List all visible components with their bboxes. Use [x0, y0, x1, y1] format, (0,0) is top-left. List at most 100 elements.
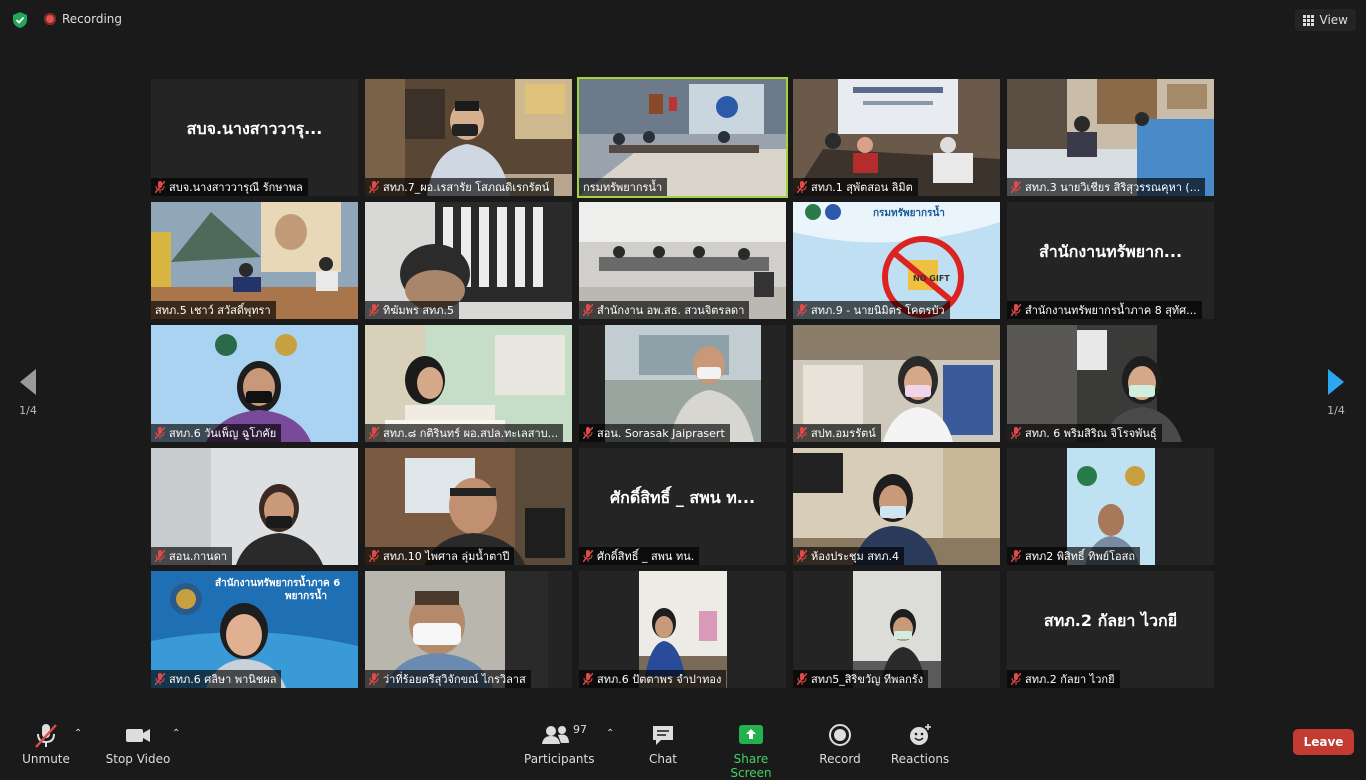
- participant-tile[interactable]: ทิฆัมพร สทภ.5: [365, 202, 572, 319]
- share-screen-icon: [739, 725, 763, 744]
- mic-muted-icon: [583, 550, 593, 562]
- mic-muted-icon: [797, 427, 807, 439]
- participant-name-label: สทภ.5 เชาว์ สวัสดิ์พุทรา: [151, 301, 276, 319]
- mic-muted-icon: [155, 427, 165, 439]
- video-options-caret[interactable]: ⌃: [172, 728, 180, 739]
- participant-name-label: สทภ.7_ผอ.เรสารัย โสภณดิเรกรัตน์: [365, 178, 555, 196]
- unmute-button[interactable]: Unmute: [20, 722, 72, 766]
- stop-video-label: Stop Video: [105, 752, 171, 766]
- participant-tile[interactable]: สทภ.๘ กติรินทร์ ผอ.สปล.ทะเลสาบ...: [365, 325, 572, 442]
- participant-name-label: สำนักงานทรัพยากรน้ำภาค 8 สุทัศ...: [1007, 301, 1202, 319]
- mic-muted-icon: [369, 181, 379, 193]
- participant-tile[interactable]: สทภ.3 นายวิเชียร สิริสุวรรณคุหา (...: [1007, 79, 1214, 196]
- stop-video-button[interactable]: Stop Video: [104, 722, 172, 766]
- mic-muted-icon: [797, 673, 807, 685]
- participant-tile[interactable]: สทภ.6 วันเพ็ญ ฉูโภคัย: [151, 325, 358, 442]
- top-bar: Recording View: [0, 0, 1366, 40]
- record-button[interactable]: Record: [814, 722, 866, 766]
- participant-name-label: ทิฆัมพร สทภ.5: [365, 301, 460, 319]
- mic-muted-icon: [583, 427, 593, 439]
- share-screen-button[interactable]: Share Screen: [712, 722, 790, 780]
- participant-display-name: สทภ.2 กัลยา ไวกยี: [1043, 611, 1178, 630]
- participant-tile[interactable]: สบจ.นางสาววารุ... สบจ.นางสาววารุณี รักษา…: [151, 79, 358, 196]
- participant-tile[interactable]: สทภ.7_ผอ.เรสารัย โสภณดิเรกรัตน์: [365, 79, 572, 196]
- participant-tile[interactable]: สทภ.10 ไพศาล ลุ่มน้ำตาปี: [365, 448, 572, 565]
- grid-view-icon: [1302, 14, 1314, 26]
- mic-muted-icon: [369, 550, 379, 562]
- banner-line-1: สำนักงานทรัพยากรน้ำภาค 6: [215, 578, 341, 589]
- participant-name-label: กรมทรัพยากรน้ำ: [579, 178, 668, 196]
- participant-name-label: สทภ.๘ กติรินทร์ ผอ.สปล.ทะเลสาบ...: [365, 424, 564, 442]
- mic-muted-icon: [155, 181, 165, 193]
- smiley-plus-icon: [910, 724, 931, 745]
- participant-tile[interactable]: สำนักงานทรัพยาก... สำนักงานทรัพยากรน้ำภา…: [1007, 202, 1214, 319]
- record-icon: [829, 724, 851, 746]
- participant-tile[interactable]: ศักดิ์สิทธิ์ _ สพน ท... ศักดิ์สิทธิ์ _ ส…: [579, 448, 786, 565]
- reactions-button[interactable]: Reactions: [890, 722, 950, 766]
- participant-tile[interactable]: สำนักงาน อพ.สธ. สวนจิตรลดา: [579, 202, 786, 319]
- participant-display-name: สำนักงานทรัพยาก...: [1038, 242, 1183, 261]
- participant-name-label: สทภ.10 ไพศาล ลุ่มน้ำตาปี: [365, 547, 515, 565]
- recording-label: Recording: [62, 12, 123, 26]
- participant-tile[interactable]: ว่าที่ร้อยตรีสุวิจักขณ์ ไกรวิลาส: [365, 571, 572, 688]
- leave-button[interactable]: Leave: [1293, 729, 1354, 755]
- mic-muted-icon: [797, 181, 807, 193]
- participant-tile[interactable]: สทภ.1 สุพัตสอน ลิมิต: [793, 79, 1000, 196]
- participant-tile[interactable]: สทภ.2 กัลยา ไวกยี สทภ.2 กัลยา ไวกยี: [1007, 571, 1214, 688]
- mic-muted-icon: [369, 427, 379, 439]
- active-speaker-tile[interactable]: กรมทรัพยากรน้ำ: [577, 77, 788, 198]
- gallery-grid: สบจ.นางสาววารุ... สบจ.นางสาววารุณี รักษา…: [151, 77, 1215, 688]
- participant-name-label: สบจ.นางสาววารุณี รักษาพล: [151, 178, 308, 196]
- record-label: Record: [819, 752, 861, 766]
- meeting-toolbar: Unmute ⌃ Stop Video ⌃ Participants 97 ⌃ …: [0, 712, 1366, 780]
- participant-tile[interactable]: สทภ5_สิริขวัญ ทีพลกรัง: [793, 571, 1000, 688]
- video-camera-icon: [126, 729, 150, 742]
- mic-muted-icon: [583, 304, 593, 316]
- page-indicator-right: 1/4: [1327, 404, 1345, 417]
- participant-name-label: สทภ5_สิริขวัญ ทีพลกรัง: [793, 670, 929, 688]
- mic-muted-icon: [35, 724, 57, 748]
- participant-name-label: สำนักงาน อพ.สธ. สวนจิตรลดา: [579, 301, 750, 319]
- participant-name-label: สทภ.1 สุพัตสอน ลิมิต: [793, 178, 918, 196]
- chat-label: Chat: [648, 752, 678, 766]
- participant-tile[interactable]: สำนักงานทรัพยากรน้ำภาค 6 พยากรน้ำ สทภ.6 …: [151, 571, 358, 688]
- participant-tile[interactable]: สทภ. 6 พริมสิริณ จิโรจพันธุ์: [1007, 325, 1214, 442]
- participant-name-label: สปท.อมรรัตน์: [793, 424, 881, 442]
- participant-tile[interactable]: สอน. Sorasak Jaiprasert: [579, 325, 786, 442]
- participant-tile[interactable]: สทภ2 พิสิทธิ์ ทิพย์โอสถ: [1007, 448, 1214, 565]
- mic-muted-icon: [1011, 181, 1021, 193]
- participant-name-label: สทภ.2 กัลยา ไวกยี: [1007, 670, 1120, 688]
- mic-muted-icon: [369, 673, 379, 685]
- recording-indicator[interactable]: Recording: [44, 12, 122, 26]
- view-button[interactable]: View: [1294, 9, 1356, 31]
- recording-dot-icon: [44, 13, 56, 25]
- participant-name-label: สทภ2 พิสิทธิ์ ทิพย์โอสถ: [1007, 547, 1140, 565]
- participant-name-label: สทภ.6 วันเพ็ญ ฉูโภคัย: [151, 424, 282, 442]
- participant-tile[interactable]: สทภ.6 ปัตตาพร จำปาทอง: [579, 571, 786, 688]
- chat-button[interactable]: Chat: [638, 722, 688, 766]
- participant-tile[interactable]: กรมทรัพยากรน้ำ NO GIFT สทภ.9 - นายนิมิตร…: [793, 202, 1000, 319]
- participant-name-label: ว่าที่ร้อยตรีสุวิจักขณ์ ไกรวิลาส: [365, 670, 531, 688]
- audio-options-caret[interactable]: ⌃: [74, 728, 82, 739]
- mic-muted-icon: [797, 304, 807, 316]
- page-indicator-left: 1/4: [19, 404, 37, 417]
- participant-tile[interactable]: ห้องประชุม สทภ.4: [793, 448, 1000, 565]
- participant-tile[interactable]: สอน.กานดา: [151, 448, 358, 565]
- tile-header-text: กรมทรัพยากรน้ำ: [873, 208, 945, 219]
- chevron-left-icon: [20, 369, 36, 395]
- banner-line-2: พยากรน้ำ: [285, 591, 327, 602]
- participant-name-label: สอน. Sorasak Jaiprasert: [579, 424, 730, 442]
- reactions-label: Reactions: [890, 752, 950, 766]
- participant-tile[interactable]: สปท.อมรรัตน์: [793, 325, 1000, 442]
- security-shield-icon[interactable]: [11, 11, 29, 29]
- participants-options-caret[interactable]: ⌃: [606, 728, 614, 739]
- mic-muted-icon: [1011, 427, 1021, 439]
- next-page[interactable]: 1/4: [1316, 368, 1356, 417]
- mic-muted-icon: [797, 550, 807, 562]
- previous-page[interactable]: 1/4: [8, 368, 48, 417]
- participant-name-label: สทภ.6 ปัตตาพร จำปาทอง: [579, 670, 727, 688]
- banner-text: สำนักงานทรัพยากรน้ำภาค 6 พยากรน้ำ: [215, 577, 340, 603]
- mic-muted-icon: [155, 550, 165, 562]
- participant-tile[interactable]: สทภ.5 เชาว์ สวัสดิ์พุทรา: [151, 202, 358, 319]
- mic-muted-icon: [155, 673, 165, 685]
